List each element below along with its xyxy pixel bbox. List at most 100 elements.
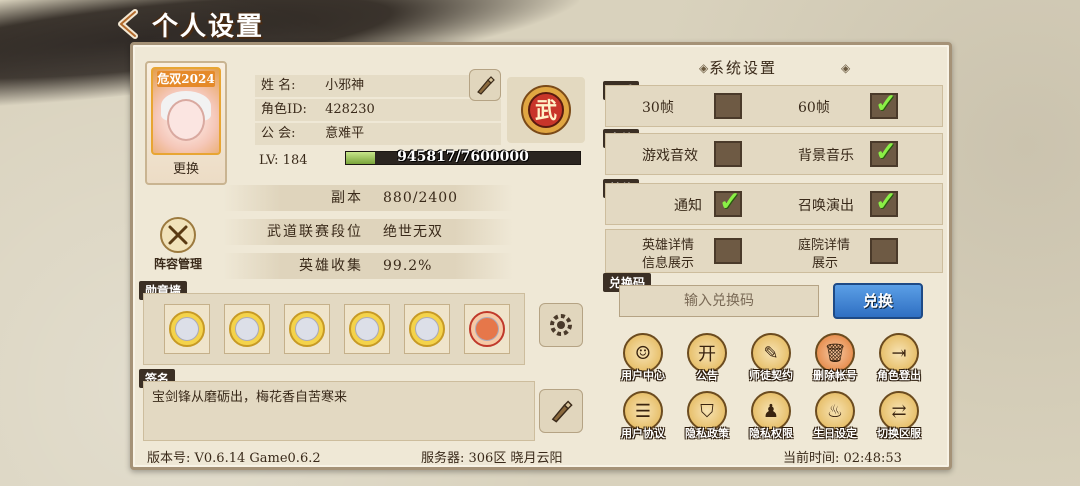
page-title: 个人设置 [152,11,265,42]
quality-options: 30帧 60帧 [605,85,943,127]
id-row: 角色ID: 428230 [255,99,501,121]
privacy-policy-button[interactable]: ⛉ 隐私政策 [677,391,737,451]
delete-account-button[interactable]: 🗑 删除帐号 [805,333,865,393]
brush-icon [551,400,573,423]
medal-icon [289,311,325,347]
hero-detail-label-2: 信息展示 [642,256,695,271]
yard-detail-checkbox[interactable] [870,238,898,264]
summon-show-checkbox[interactable] [870,187,898,217]
medal-wall [143,293,525,365]
stat-value: 99.2% [383,258,433,274]
fps60-checkbox[interactable] [870,89,898,119]
redeem-code-input[interactable]: 输入兑换码 [619,285,819,317]
fps30-label: 30帧 [642,100,674,116]
fps30-checkbox[interactable] [714,93,742,119]
avatar-face [167,99,205,141]
game-sound-checkbox[interactable] [714,141,742,167]
crossed-swords-icon [160,217,196,253]
summon-show-label: 召唤演出 [798,198,854,214]
avatar-badge: 危双2024 [157,71,215,87]
func-label: 公告 [696,369,718,382]
medal-icon [409,311,445,347]
privacy-permission-button[interactable]: ♟ 隐私权限 [741,391,801,451]
change-avatar-label[interactable]: 更换 [147,158,225,177]
settings-panel: 危双2024 更换 姓 名: 小邪神 角色ID: 428230 公 会: 意难平… [130,42,952,470]
func-label: 切换区服 [877,427,921,440]
id-key: 角色ID: [261,102,307,117]
func-label: 师徒契约 [749,369,793,382]
medal-slot[interactable] [464,304,510,354]
medal-slot[interactable] [224,304,270,354]
chevron-left-icon [118,9,138,39]
player-name: 小邪神 [325,78,365,93]
medal-slot[interactable] [284,304,330,354]
anniversary-medal-icon [469,311,505,347]
redeem-button[interactable]: 兑换 [833,283,923,319]
yard-detail-label-1: 庭院详情 [798,238,851,253]
edit-signature-button[interactable] [539,389,583,433]
stat-key: 英雄收集 [299,258,363,274]
birthday-setting-button[interactable]: ♨ 生日设定 [805,391,865,451]
lineup-manage-label: 阵容管理 [153,257,202,271]
rank-glyph: 武 [535,98,557,124]
func-label: 隐私政策 [685,427,729,440]
brush-icon [477,76,495,95]
exp-bar: 945817/7600000 [345,149,581,165]
server-text: 服务器: 306区 晓月云阳 [421,451,563,466]
player-id: 428230 [325,102,375,117]
name-row: 姓 名: 小邪神 [255,75,501,97]
stat-value: 绝世无双 [383,224,443,240]
func-label: 隐私权限 [749,427,793,440]
name-key: 姓 名: [261,78,296,93]
detail-options: 英雄详情 信息展示 庭院详情 展示 [605,229,943,273]
gear-icon [550,314,572,336]
hero-detail-label-1: 英雄详情 [642,238,695,253]
notify-checkbox[interactable] [714,187,742,217]
rank-emblem[interactable]: 武 [507,77,585,143]
mentor-contract-button[interactable]: ✎ 师徒契约 [741,333,801,393]
stat-key: 武道联赛段位 [267,224,363,240]
avatar: 危双2024 [151,67,221,155]
medal-slot[interactable] [344,304,390,354]
edit-name-button[interactable] [469,69,501,101]
stat-value: 880/2400 [383,190,459,206]
rank-badge-icon: 武 [521,85,571,135]
version-text: 版本号: V0.6.14 Game0.6.2 [147,451,321,466]
other-options: 通知 召唤演出 [605,183,943,225]
bgm-checkbox[interactable] [870,137,898,167]
signature-text: 宝剑锋从磨砺出，梅花香自苦寒来 [143,381,535,441]
guild-name: 意难平 [325,126,365,141]
guild-row: 公 会: 意难平 [255,123,501,145]
user-agreement-button[interactable]: ☰ 用户协议 [613,391,673,451]
func-label: 角色登出 [877,369,921,382]
func-label: 生日设定 [813,427,857,440]
func-label: 用户协议 [621,427,665,440]
func-label: 删除帐号 [813,369,857,382]
bgm-label: 背景音乐 [798,148,854,164]
hero-detail-checkbox[interactable] [714,238,742,264]
yard-detail-label-2: 展示 [812,256,839,271]
notify-label: 通知 [674,198,702,214]
announcement-button[interactable]: 开 公告 [677,333,737,393]
back-button[interactable] [112,7,146,41]
exp-text: 945817/7600000 [397,149,529,165]
stat-row-collection: 英雄收集 99.2% [223,253,513,279]
header: 个人设置 [112,4,264,44]
system-settings-title: 系统设置 [709,59,778,77]
sound-options: 游戏音效 背景音乐 [605,133,943,175]
medal-slot[interactable] [404,304,450,354]
game-sound-label: 游戏音效 [642,148,698,164]
stat-row-league: 武道联赛段位 绝世无双 [223,219,513,245]
stat-key: 副本 [331,190,363,206]
lineup-manage-button[interactable]: 阵容管理 [147,217,209,275]
logout-button[interactable]: ⇥ 角色登出 [869,333,929,393]
fps60-label: 60帧 [798,100,830,116]
func-label: 用户中心 [621,369,665,382]
medal-icon [349,311,385,347]
diamond-deco-icon: ◈ [841,61,851,75]
medal-slot[interactable] [164,304,210,354]
medal-settings-button[interactable] [539,303,583,347]
avatar-card[interactable]: 危双2024 更换 [145,61,227,185]
switch-server-button[interactable]: ⇄ 切换区服 [869,391,929,451]
user-center-button[interactable]: ☺ 用户中心 [613,333,673,393]
